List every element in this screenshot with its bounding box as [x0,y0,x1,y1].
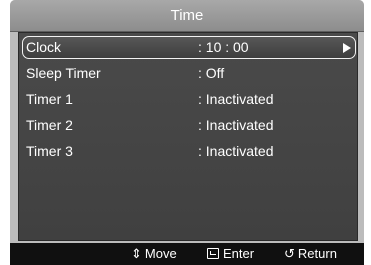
time-menu-window: Time Clock : 10 : 00 Sleep Timer : Off T… [10,0,364,265]
footer-hint-bar: ⇕ Move Enter ↺ Return [10,243,364,265]
menu-list: Clock : 10 : 00 Sleep Timer : Off Timer … [18,32,358,241]
menu-item-clock[interactable]: Clock : 10 : 00 [22,36,356,59]
return-icon: ↺ [284,246,295,261]
return-hint: ↺ Return [284,243,337,265]
menu-title: Time [10,0,364,32]
menu-item-value: : Off [198,65,225,81]
menu-item-value: : Inactivated [198,91,274,107]
menu-item-label: Timer 3 [26,143,73,159]
menu-item-label: Timer 1 [26,91,73,107]
menu-item-sleep-timer[interactable]: Sleep Timer : Off [22,62,356,85]
menu-item-timer-3[interactable]: Timer 3 : Inactivated [22,140,356,163]
menu-item-label: Timer 2 [26,117,73,133]
menu-item-value: : Inactivated [198,117,274,133]
menu-item-timer-2[interactable]: Timer 2 : Inactivated [22,114,356,137]
move-hint: ⇕ Move [131,243,177,265]
menu-item-timer-1[interactable]: Timer 1 : Inactivated [22,88,356,111]
enter-label: Enter [223,246,255,261]
enter-hint: Enter [207,243,254,265]
menu-item-label: Sleep Timer [26,65,101,81]
enter-icon [207,248,219,259]
move-label: Move [144,246,177,261]
submenu-arrow-icon [343,43,351,53]
return-label: Return [297,246,337,261]
menu-item-value: : Inactivated [198,143,274,159]
up-down-arrow-icon: ⇕ [131,246,142,261]
menu-item-label: Clock [26,39,62,55]
menu-item-value: : 10 : 00 [198,39,249,55]
